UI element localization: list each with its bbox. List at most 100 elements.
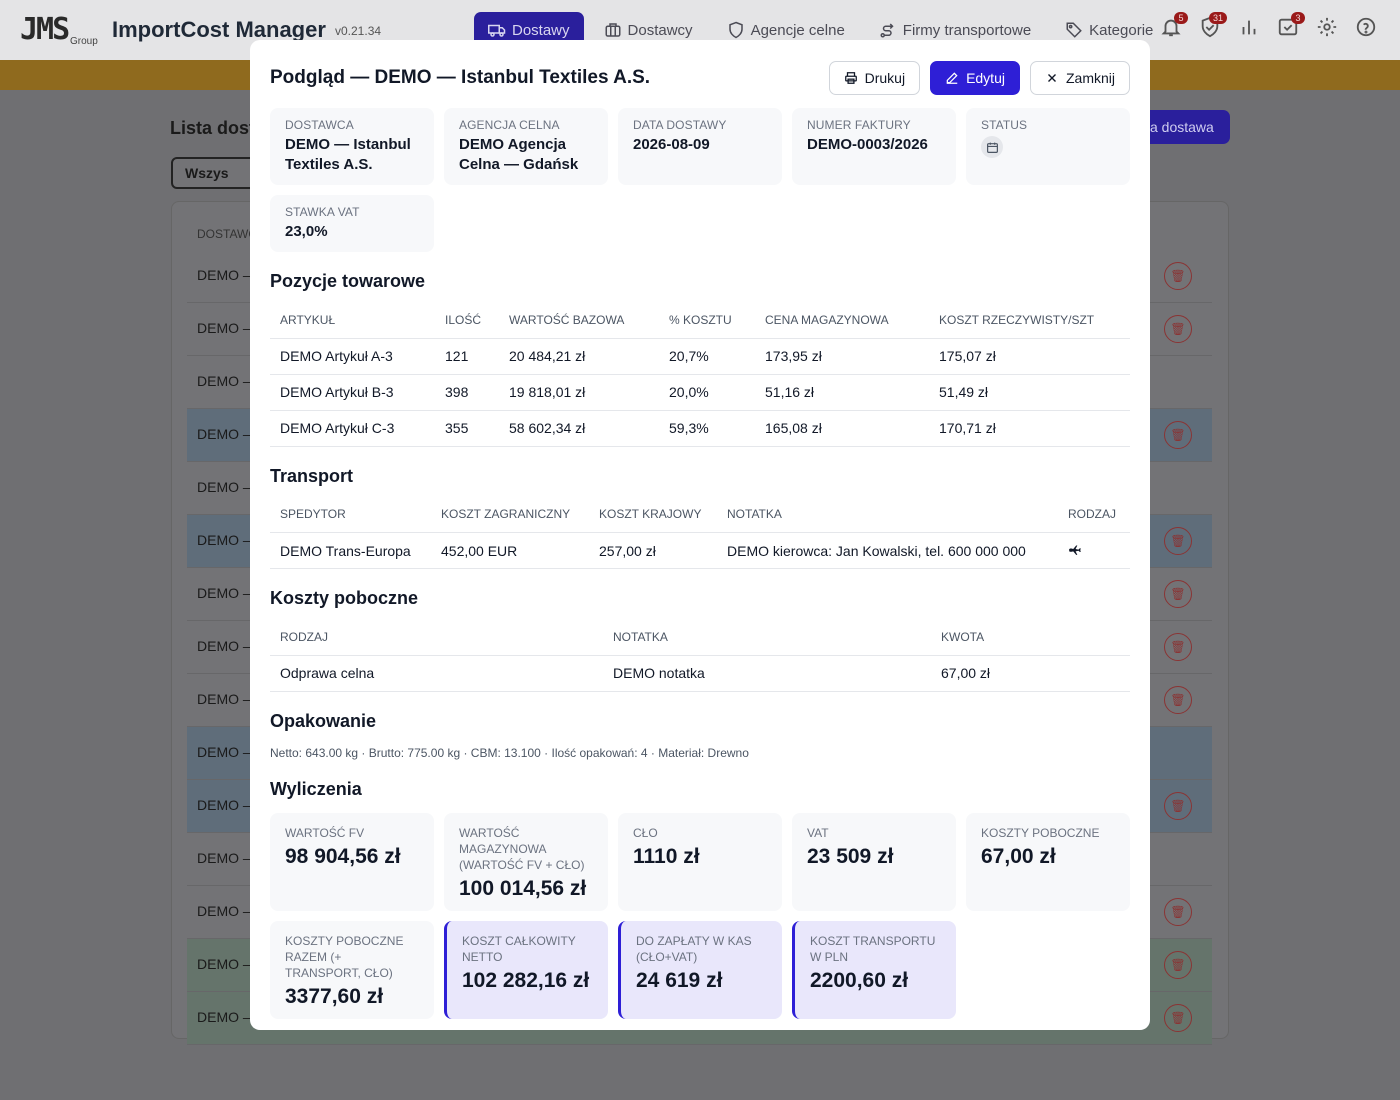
table-cell: 170,71 zł <box>929 410 1130 447</box>
date-label: Data dostawy <box>633 118 727 132</box>
trash-icon[interactable]: 🗑 <box>1164 792 1192 820</box>
vat-label: Stawka VAT <box>285 205 360 219</box>
close-label: Zamknij <box>1065 70 1115 86</box>
modal-title: Podgląd — DEMO — Istanbul Textiles A.S. <box>270 67 651 88</box>
items-title: Pozycje towarowe <box>270 271 426 291</box>
transport-col-header: Rodzaj <box>1058 496 1130 533</box>
calc-card: Do zapłaty w KAS (cło+VAT) 24 619 zł <box>618 920 782 1019</box>
agency-value: DEMO Agencja Celna — Gdańsk <box>459 136 579 173</box>
trash-icon[interactable]: 🗑 <box>1164 1004 1192 1032</box>
supplier-value: DEMO — Istanbul Textiles A.S. <box>285 136 411 173</box>
table-row: Odprawa celna DEMO notatka 67,00 zł <box>270 655 1130 692</box>
calc-value: 100 014,56 zł <box>459 876 587 900</box>
trash-icon[interactable]: 🗑 <box>1164 262 1192 290</box>
transport-type <box>1058 532 1130 569</box>
nav-label: Dostawcy <box>627 21 693 39</box>
calendar-icon <box>981 136 1003 158</box>
briefcase-icon <box>605 23 621 37</box>
table-cell: DEMO notatka <box>603 655 931 692</box>
help-icon[interactable] <box>1355 16 1377 42</box>
chart-icon[interactable] <box>1238 16 1260 42</box>
calc-card: Wartość magazynowa (wartość FV + cło) 100… <box>444 812 608 911</box>
transport-foreign-cost: 452,00 EUR <box>431 532 589 569</box>
date-value: 2026-08-09 <box>633 136 710 153</box>
table-header: DOSTAWC <box>197 227 257 241</box>
calc-value: 102 282,16 zł <box>462 968 590 992</box>
plane-icon <box>1068 543 1082 559</box>
transport-title: Transport <box>270 465 354 486</box>
table-cell: 51,16 zł <box>755 374 929 411</box>
notifications-badge: 5 <box>1174 12 1188 24</box>
close-button[interactable]: Zamknij <box>1029 61 1130 95</box>
calc-card: Koszt transportu w PLN 2200,60 zł <box>792 920 956 1019</box>
info-cards-row2: Stawka VAT 23,0% <box>270 195 1130 252</box>
status-label: Status <box>981 118 1028 132</box>
truck-icon <box>488 24 506 37</box>
shield-check-icon[interactable]: 31 <box>1199 12 1227 42</box>
items-table: Artykuł Ilość Wartość bazowa% kosztu Cena m… <box>270 302 1130 447</box>
transport-col-header: Koszt krajowy <box>589 496 717 533</box>
table-row: DEMO Artykuł C-3 355 58 602,34 zł 59,3% 165,… <box>270 410 1130 447</box>
table-cell: DEMO Artykuł B-3 <box>270 374 435 411</box>
table-cell: 19 818,01 zł <box>499 374 659 411</box>
calc-value: 98 904,56 zł <box>285 844 401 868</box>
printer-icon <box>844 72 857 84</box>
edit-button[interactable]: Edytuj <box>930 61 1020 95</box>
table-row: DEMO Artykuł A-3 121 20 484,21 zł 20,7% 173,… <box>270 338 1130 375</box>
calc-value: 1110 zł <box>633 844 700 868</box>
app-logo: JMS <box>20 12 70 47</box>
calc-label: Koszty poboczne razem (+ transport, cło) <box>285 933 404 980</box>
packaging-title: Opakowanie <box>270 710 377 731</box>
supplier-card: Dostawca DEMO — Istanbul Textiles A.S. <box>270 108 434 185</box>
gear-icon[interactable] <box>1316 16 1338 42</box>
trash-icon[interactable]: 🗑 <box>1164 686 1192 714</box>
table-cell: Odprawa celna <box>270 655 603 692</box>
edit-label: Edytuj <box>966 70 1005 86</box>
edit-icon <box>946 72 958 84</box>
calc-label: Koszt całkowity netto <box>462 933 576 964</box>
agency-card: Agencja celna DEMO Agencja Celna — Gdańs… <box>444 108 608 185</box>
table-cell: 51,49 zł <box>929 374 1130 411</box>
trash-icon[interactable]: 🗑 <box>1164 951 1192 979</box>
print-label: Drukuj <box>864 70 906 86</box>
calc-label: Koszt transportu w PLN <box>810 933 936 964</box>
trash-icon[interactable]: 🗑 <box>1164 527 1192 555</box>
table-row: DEMO Artykuł B-3 398 19 818,01 zł 20,0% 51,1… <box>270 374 1130 411</box>
invoice-card: Numer faktury DEMO-0003/2026 <box>792 108 956 185</box>
items-col-header: Cena magazynowa <box>755 302 929 339</box>
nav-label: Dostawy <box>512 21 570 39</box>
trash-icon[interactable]: 🗑 <box>1164 633 1192 661</box>
items-col-header: Artykuł <box>270 302 435 339</box>
nav-label: Kategorie <box>1089 21 1154 39</box>
calc-card: Wartość FV 98 904,56 zł <box>270 812 434 911</box>
calc-card: Koszt całkowity netto 102 282,16 zł <box>444 920 608 1019</box>
side-costs-title: Koszty poboczne <box>270 588 419 608</box>
agency-label: Agencja celna <box>459 118 560 132</box>
calc-card: Koszty poboczne razem (+ transport, cło)… <box>270 920 434 1019</box>
items-col-header: Koszt rzeczywisty/szt <box>929 302 1130 339</box>
trash-icon[interactable]: 🗑 <box>1164 898 1192 926</box>
app-logo-sub: Group <box>70 36 98 47</box>
print-button[interactable]: Drukuj <box>828 61 921 95</box>
tag-icon <box>1066 22 1082 38</box>
calc-card: Koszty poboczne 67,00 zł <box>966 812 1130 911</box>
task-check-icon[interactable]: 3 <box>1277 12 1305 42</box>
items-col-header: Wartość bazowa <box>499 302 659 339</box>
status-card: Status <box>966 108 1130 185</box>
transport-forwarder: DEMO Trans-Europa <box>270 532 431 569</box>
trash-icon[interactable]: 🗑 <box>1164 580 1192 608</box>
trash-icon[interactable]: 🗑 <box>1164 315 1192 343</box>
side-costs-table: Rodzaj Notatka Kwota Odprawa celna DEMO not… <box>270 619 1130 692</box>
table-cell: DEMO Artykuł A-3 <box>270 338 435 375</box>
table-cell: DEMO Artykuł C-3 <box>270 410 435 447</box>
table-cell: 20,0% <box>659 374 755 411</box>
calc-label: VAT <box>807 825 829 840</box>
calc-label: Wartość FV <box>285 825 365 840</box>
table-cell: 58 602,34 zł <box>499 410 659 447</box>
delivery-preview-modal: Podgląd — DEMO — Istanbul Textiles A.S. … <box>250 40 1150 1030</box>
trash-icon[interactable]: 🗑 <box>1164 421 1192 449</box>
invoice-label: Numer faktury <box>807 118 911 132</box>
bell-icon[interactable]: 5 <box>1160 12 1188 42</box>
header-icons: 5 31 3 <box>1160 12 1377 42</box>
transport-col-header: Koszt zagraniczny <box>431 496 589 533</box>
